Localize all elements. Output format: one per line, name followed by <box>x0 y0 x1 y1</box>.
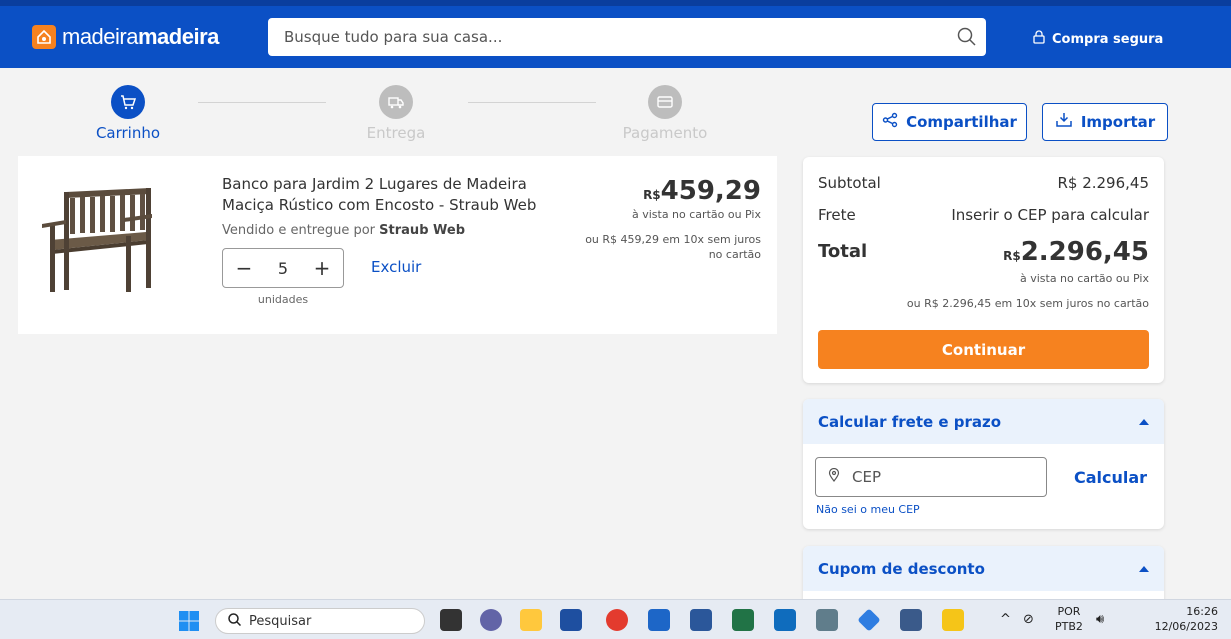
step-payment: Pagamento <box>605 85 725 142</box>
taskbar: Pesquisar ^ ⊘ POR PTB2 🔊︎ 16:26 12/06/20… <box>0 599 1231 639</box>
product-image[interactable] <box>36 178 156 298</box>
remove-item-link[interactable]: Excluir <box>371 258 421 276</box>
step-label-payment: Pagamento <box>622 124 708 142</box>
total-amount: R$2.296,45 <box>1003 237 1149 267</box>
order-summary: Subtotal R$ 2.296,45 Frete Inserir o CEP… <box>803 157 1164 383</box>
language-bottom: PTB2 <box>1055 620 1083 633</box>
collapse-arrow-icon[interactable] <box>1139 418 1149 425</box>
import-label: Importar <box>1080 113 1156 131</box>
shipping-label: Frete <box>818 206 856 224</box>
total-label: Total <box>818 241 868 262</box>
search-input[interactable]: Busque tudo para sua casa... <box>284 28 948 46</box>
lock-icon <box>1032 30 1046 48</box>
subtotal-label: Subtotal <box>818 174 881 192</box>
seller-info: Vendido e entregue por Straub Web <box>222 223 465 238</box>
task-view-icon[interactable] <box>440 609 462 631</box>
coupon-header[interactable]: Cupom de desconto <box>803 546 1164 591</box>
quantity-stepper: − 5 + <box>222 248 344 288</box>
calculate-button[interactable]: Calcular <box>1074 468 1147 487</box>
quantity-value[interactable]: 5 <box>278 259 288 278</box>
file-explorer-icon[interactable] <box>520 609 542 631</box>
chevron-up-icon[interactable]: ^ <box>1000 612 1011 627</box>
truck-icon <box>379 85 413 119</box>
subtotal-row: Subtotal R$ 2.296,45 <box>818 174 1149 192</box>
step-delivery: Entrega <box>336 85 456 142</box>
logo-text-light: madeira <box>62 24 138 49</box>
increase-quantity-button[interactable]: + <box>313 256 331 280</box>
search-icon <box>228 612 242 630</box>
seller-name: Straub Web <box>379 223 466 238</box>
clock[interactable]: 16:26 12/06/2023 <box>1150 604 1218 634</box>
share-button[interactable]: Compartilhar <box>872 103 1027 141</box>
cart-icon <box>111 85 145 119</box>
step-cart[interactable]: Carrinho <box>68 85 188 142</box>
units-label: unidades <box>257 293 309 306</box>
import-button[interactable]: Importar <box>1042 103 1168 141</box>
top-bar: madeira madeira Busque tudo para sua casa… <box>0 0 1231 68</box>
chat-icon[interactable] <box>480 609 502 631</box>
taskbar-search-label: Pesquisar <box>249 613 312 629</box>
windows-start-icon[interactable] <box>179 611 199 635</box>
snipping-icon[interactable] <box>648 609 670 631</box>
share-icon <box>882 112 898 132</box>
language-top: POR <box>1057 605 1081 618</box>
product-title[interactable]: Banco para Jardim 2 Lugares de Madeira M… <box>222 174 582 216</box>
price-installments: ou R$ 459,29 em 10x sem juros no cartão <box>585 233 761 261</box>
volume-icon[interactable]: 🔊︎ <box>1096 612 1104 627</box>
shipping-row: Frete Inserir o CEP para calcular <box>818 206 1149 224</box>
shipping-value: Inserir o CEP para calcular <box>951 206 1149 224</box>
step-label-delivery: Entrega <box>366 124 426 142</box>
word-icon[interactable] <box>690 609 712 631</box>
total-installments: ou R$ 2.296,45 em 10x sem juros no cartã… <box>906 297 1149 310</box>
step-label-cart: Carrinho <box>95 124 161 142</box>
price-value: 459,29 <box>660 176 761 206</box>
total-currency: R$ <box>1003 249 1021 263</box>
shipping-calc-header[interactable]: Calcular frete e prazo <box>803 399 1164 444</box>
calculator-icon[interactable] <box>816 609 838 631</box>
checkout-steps: Carrinho Entrega Pagamento <box>0 80 780 150</box>
search-bar[interactable]: Busque tudo para sua casa... <box>268 18 986 56</box>
shipping-calc-title: Calcular frete e prazo <box>818 412 1002 431</box>
continue-button[interactable]: Continuar <box>818 330 1149 369</box>
shipping-calculator: Calcular frete e prazo CEP Calcular Não … <box>803 399 1164 529</box>
clock-time: 16:26 <box>1186 605 1218 618</box>
import-icon <box>1055 111 1073 133</box>
decrease-quantity-button[interactable]: − <box>235 256 253 280</box>
coupon-title: Cupom de desconto <box>818 559 985 578</box>
excel-icon[interactable] <box>732 609 754 631</box>
seller-prefix: Vendido e entregue por <box>222 223 376 238</box>
cep-input[interactable]: CEP <box>815 457 1047 497</box>
app-icon[interactable] <box>900 609 922 631</box>
subtotal-value: R$ 2.296,45 <box>1057 174 1149 192</box>
clock-date: 12/06/2023 <box>1154 620 1218 633</box>
logo-house-icon <box>32 25 56 49</box>
step-connector <box>198 102 326 103</box>
search-icon[interactable] <box>948 18 986 56</box>
secure-label: Compra segura <box>1052 31 1164 47</box>
chrome-icon[interactable] <box>606 609 628 631</box>
cep-placeholder: CEP <box>852 468 881 486</box>
outlook-icon[interactable] <box>774 609 796 631</box>
secure-purchase: Compra segura <box>1032 30 1163 48</box>
logo-text-bold: madeira <box>137 24 219 49</box>
language-indicator[interactable]: POR PTB2 <box>1055 604 1083 634</box>
cart-item-card: Banco para Jardim 2 Lugares de Madeira M… <box>18 156 777 334</box>
app-diamond-icon[interactable] <box>857 608 881 632</box>
collapse-arrow-icon[interactable] <box>1139 565 1149 572</box>
step-connector <box>468 102 596 103</box>
sticky-notes-icon[interactable] <box>942 609 964 631</box>
location-pin-icon <box>828 467 840 486</box>
taskbar-search[interactable]: Pesquisar <box>215 608 425 634</box>
total-note: à vista no cartão ou Pix <box>1019 272 1149 285</box>
credit-card-icon <box>648 85 682 119</box>
item-price: R$459,29 à vista no cartão ou Pix ou R$ … <box>581 176 761 262</box>
share-label: Compartilhar <box>906 113 1017 131</box>
site-logo[interactable]: madeira madeira <box>32 24 219 50</box>
network-off-icon[interactable]: ⊘ <box>1023 612 1034 627</box>
total-value: 2.296,45 <box>1020 237 1149 267</box>
dont-know-cep-link[interactable]: Não sei o meu CEP <box>816 503 920 516</box>
price-currency: R$ <box>643 188 661 202</box>
store-icon[interactable] <box>560 609 582 631</box>
price-note: à vista no cartão ou Pix <box>631 208 761 221</box>
